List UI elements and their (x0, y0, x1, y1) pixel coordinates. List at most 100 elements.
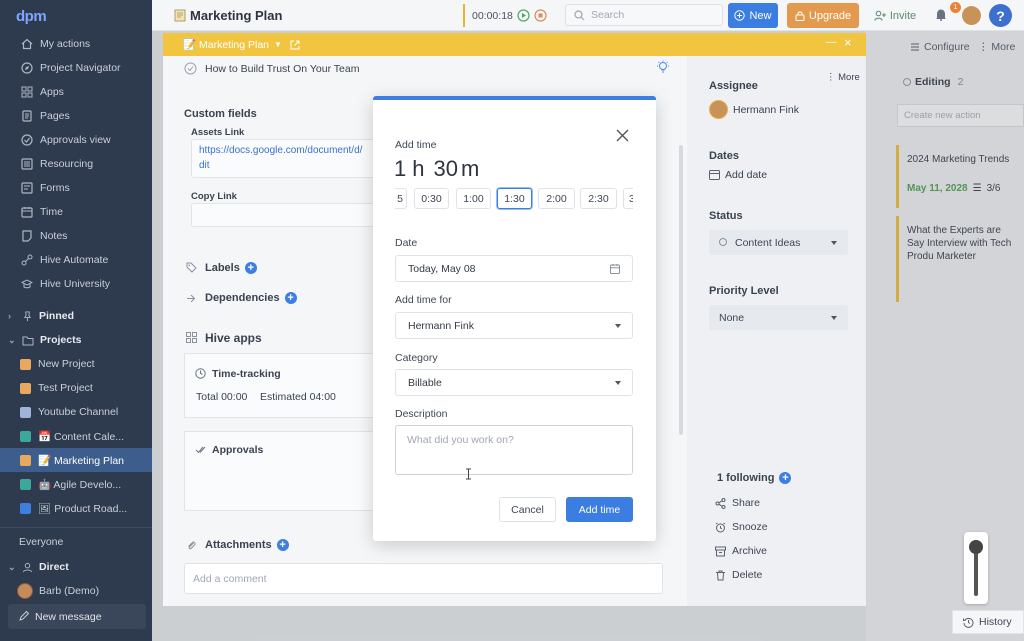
sidebar-item-my-actions[interactable]: My actions (0, 32, 152, 56)
sidebar-project-item-active[interactable]: 📝 Marketing Plan (0, 448, 152, 472)
comment-input[interactable]: Add a comment (184, 563, 663, 594)
priority-dropdown[interactable]: None (709, 305, 848, 330)
dependencies-row[interactable]: Dependencies + (205, 292, 297, 305)
date-value: Today, May 08 (408, 262, 476, 275)
new-button[interactable]: New (728, 3, 778, 28)
total-time: Total 00:00 (196, 391, 248, 403)
sidebar-item-time[interactable]: Time (0, 200, 152, 224)
status-dropdown[interactable]: Content Ideas (709, 230, 848, 255)
sidebar-item-hive-university[interactable]: Hive University (0, 272, 152, 296)
details-more-button[interactable]: ⋮ More (826, 72, 860, 83)
add-time-for-dropdown[interactable]: Hermann Fink (395, 312, 633, 339)
avatar[interactable] (961, 5, 982, 26)
add-label-button[interactable]: + (244, 262, 257, 275)
pages-icon (20, 110, 33, 123)
assignee-name[interactable]: Hermann Fink (733, 104, 799, 116)
description-input[interactable]: What did you work on? (395, 425, 633, 475)
duration-chip-selected[interactable]: 1:30 (497, 188, 532, 209)
add-time-for-label: Add time for (395, 294, 452, 306)
duration-chip[interactable]: 3 (623, 188, 633, 209)
caret-down-icon (831, 316, 837, 320)
projects-section-header[interactable]: ⌄ Projects (0, 329, 152, 351)
pinned-section-header[interactable]: › Pinned (0, 305, 152, 327)
sidebar-item-apps[interactable]: Apps (0, 80, 152, 104)
time-tracking-title: Time-tracking (212, 368, 281, 380)
sidebar-item-approvals-view[interactable]: Approvals view (0, 128, 152, 152)
complete-checkbox[interactable] (184, 62, 197, 75)
sidebar-item-hive-automate[interactable]: Hive Automate (0, 248, 152, 272)
labels-row[interactable]: Labels + (205, 262, 257, 275)
memo-icon (174, 9, 186, 22)
close-icon[interactable]: × (844, 35, 852, 50)
minimize-icon[interactable]: — (826, 36, 837, 48)
add-dependency-button[interactable]: + (284, 292, 297, 305)
sidebar-project-item[interactable]: 🖼 Product Road... (0, 496, 152, 520)
snooze-action[interactable]: Snooze (715, 521, 768, 533)
assets-link-value[interactable]: https://docs.google.com/document/d/ (199, 145, 362, 156)
zoom-handle[interactable] (969, 540, 983, 554)
avatar[interactable] (709, 100, 728, 119)
new-message-button[interactable]: New message (8, 604, 146, 629)
duration-chip[interactable]: 1:00 (456, 188, 491, 209)
chevron-down-icon[interactable]: ▼ (274, 40, 282, 49)
everyone-label: Everyone (19, 536, 64, 548)
sidebar-item-label: Resourcing (40, 158, 94, 170)
search-input[interactable]: Search (565, 4, 723, 26)
add-attachment-button[interactable]: + (276, 539, 289, 552)
add-time-modal: Add time 1 h 30 m 5 0:30 1:00 1:30 2:00 … (373, 96, 656, 541)
sidebar-item-notes[interactable]: Notes (0, 224, 152, 248)
stop-icon[interactable] (534, 9, 547, 22)
direct-label: Direct (39, 561, 69, 573)
panel-breadcrumb[interactable]: 📝 Marketing Plan (183, 38, 269, 51)
delete-action[interactable]: Delete (715, 569, 762, 581)
add-date-button[interactable]: Add date (725, 169, 767, 181)
duration-chip[interactable]: 2:30 (580, 188, 617, 209)
time-tracking-card[interactable] (184, 353, 374, 418)
note-icon (20, 230, 33, 243)
attachments-row[interactable]: Attachments + (205, 539, 289, 552)
sidebar-item-pages[interactable]: Pages (0, 104, 152, 128)
following-row[interactable]: 1 following + (717, 472, 792, 485)
sidebar-project-item[interactable]: Test Project (0, 376, 152, 400)
assets-link-value-cont[interactable]: dit (199, 160, 210, 171)
duration-chip[interactable]: 5 (395, 188, 407, 209)
sidebar-project-item[interactable]: Youtube Channel (0, 400, 152, 424)
sidebar-item-project-navigator[interactable]: Project Navigator (0, 56, 152, 80)
approvals-card[interactable] (184, 431, 374, 511)
date-field[interactable]: Today, May 08 (395, 255, 633, 282)
add-follower-button[interactable]: + (779, 472, 792, 485)
upgrade-button[interactable]: Upgrade (787, 3, 859, 28)
custom-fields-heading: Custom fields (184, 108, 257, 120)
sidebar-item-forms[interactable]: Forms (0, 176, 152, 200)
archive-action[interactable]: Archive (715, 545, 767, 557)
everyone-channel[interactable]: Everyone (0, 531, 152, 553)
dm-item[interactable]: Barb (Demo) (0, 579, 152, 603)
zoom-slider[interactable] (964, 532, 988, 604)
copy-link-field[interactable] (191, 203, 381, 227)
project-label: Test Project (38, 382, 93, 394)
share-action[interactable]: Share (715, 497, 760, 509)
add-time-button[interactable]: Add time (566, 497, 633, 522)
cancel-button[interactable]: Cancel (499, 497, 556, 522)
external-link-icon[interactable] (290, 40, 300, 50)
compose-icon (18, 610, 30, 622)
direct-section-header[interactable]: ⌄ Direct (0, 556, 152, 578)
task-title[interactable]: How to Build Trust On Your Team (205, 63, 359, 75)
sidebar-project-item[interactable]: 🤖 Agile Develo... (0, 472, 152, 496)
history-button[interactable]: History (952, 610, 1024, 634)
duration-chip[interactable]: 2:00 (538, 188, 575, 209)
project-label: 🤖 Agile Develo... (38, 478, 122, 491)
sidebar-project-item[interactable]: 📅 Content Cale... (0, 424, 152, 448)
invite-button[interactable]: Invite (866, 3, 924, 28)
panel-scrollbar[interactable] (679, 145, 683, 435)
play-icon[interactable] (517, 9, 530, 22)
category-dropdown[interactable]: Billable (395, 369, 633, 396)
search-icon (574, 9, 585, 21)
duration-chip[interactable]: 0:30 (414, 188, 449, 209)
bell-icon[interactable] (935, 8, 947, 21)
sidebar-project-item[interactable]: New Project (0, 352, 152, 376)
help-button[interactable]: ? (989, 4, 1012, 27)
sidebar-item-resourcing[interactable]: Resourcing (0, 152, 152, 176)
app-logo[interactable]: dpm (16, 8, 47, 25)
lightbulb-icon[interactable] (656, 60, 670, 74)
